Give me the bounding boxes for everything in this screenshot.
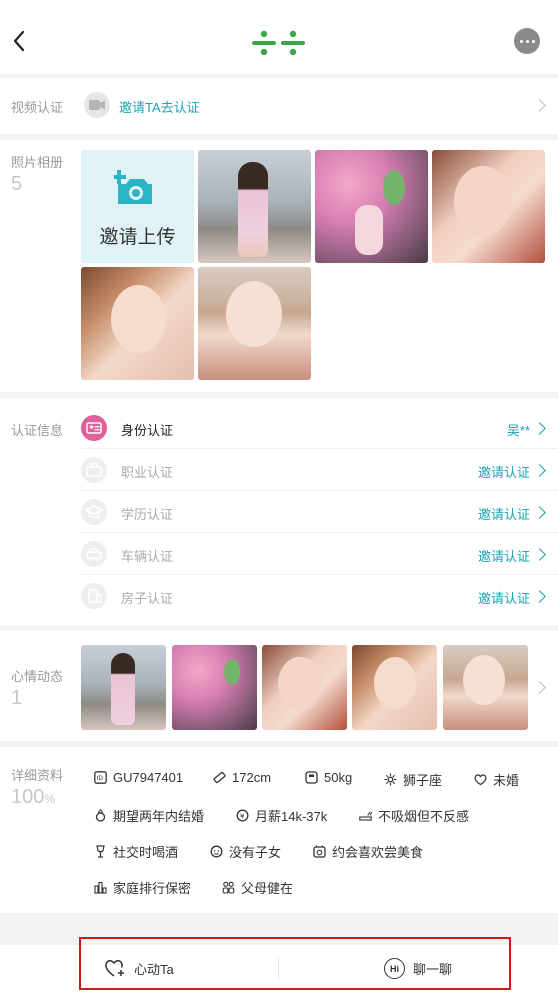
- tag-children: 没有子女: [210, 842, 281, 861]
- invite-cert-link[interactable]: 邀请认证: [478, 462, 530, 481]
- building-icon: [81, 583, 107, 609]
- zodiac-icon: [384, 773, 397, 786]
- invite-upload-tile[interactable]: 邀请上传: [81, 150, 194, 263]
- graduation-cap-icon: [81, 499, 107, 525]
- tag-drinking: 社交时喝酒: [94, 842, 178, 861]
- tag-dating-food: 约会喜欢尝美食: [313, 842, 423, 861]
- briefcase-icon: [81, 457, 107, 483]
- mood-photo[interactable]: [262, 645, 347, 730]
- video-verification-label: 视频认证: [11, 100, 64, 115]
- mood-photo[interactable]: [352, 645, 437, 730]
- tag-parents: 父母健在: [222, 878, 293, 897]
- cert-row-education[interactable]: 学历认证 邀请认证: [81, 491, 558, 533]
- tag-income: ¥ 月薪14k-37k: [236, 806, 327, 825]
- album-photo[interactable]: [81, 267, 194, 380]
- family-rank-icon: [94, 881, 107, 894]
- tag-height: 172cm: [213, 770, 271, 785]
- cert-label: 房子认证: [121, 591, 174, 606]
- cigarette-icon: [359, 811, 372, 821]
- video-verification-section: 视频认证 邀请TA去认证: [0, 78, 558, 134]
- mood-label: 心情动态: [11, 669, 64, 684]
- chevron-right-icon[interactable]: [533, 99, 546, 112]
- details-label: 详细资料: [11, 768, 64, 783]
- scale-icon: [305, 771, 318, 784]
- mood-photo[interactable]: [81, 645, 166, 730]
- invite-video-verify-link[interactable]: 邀请TA去认证: [119, 97, 200, 116]
- photo-album-label: 照片相册: [11, 155, 64, 170]
- album-photo[interactable]: [198, 267, 311, 380]
- cert-value: 吴**: [506, 423, 530, 438]
- chevron-right-icon: [533, 464, 546, 477]
- ruler-icon: [213, 771, 226, 784]
- cert-label: 身份认证: [121, 423, 174, 438]
- svg-text:¥: ¥: [240, 812, 245, 820]
- add-photo-icon: [114, 170, 152, 204]
- top-bar: [0, 0, 558, 74]
- heart-icon: [474, 774, 487, 786]
- invite-upload-label: 邀请上传: [99, 227, 176, 248]
- invite-cert-link[interactable]: 邀请认证: [478, 546, 530, 565]
- mood-photo[interactable]: [172, 645, 257, 730]
- cert-label: 职业认证: [121, 465, 174, 480]
- cert-row-career[interactable]: 职业认证 邀请认证: [81, 449, 558, 491]
- video-camera-icon: [84, 92, 110, 118]
- mood-photo[interactable]: [443, 645, 528, 730]
- certification-label: 认证信息: [11, 423, 64, 438]
- chevron-right-icon: [533, 422, 546, 435]
- tag-member-id: ID GU7947401: [94, 770, 183, 785]
- ring-icon: [95, 809, 106, 822]
- chevron-left-icon[interactable]: [10, 28, 30, 54]
- id-card-icon: [81, 415, 107, 441]
- photo-count: 5: [11, 173, 23, 195]
- tag-zodiac: 狮子座: [384, 770, 442, 789]
- cert-row-vehicle[interactable]: 车辆认证 邀请认证: [81, 533, 558, 575]
- svg-text:ID: ID: [97, 775, 104, 782]
- chevron-right-icon: [533, 681, 546, 694]
- action-highlight-box: [79, 937, 511, 990]
- album-photo[interactable]: [432, 150, 545, 263]
- cert-label: 学历认证: [121, 507, 174, 522]
- more-dots-icon[interactable]: [514, 28, 540, 54]
- food-icon: [313, 845, 326, 858]
- baby-icon: [210, 845, 223, 858]
- tag-marriage-plan: 期望两年内结婚: [94, 806, 204, 825]
- cert-row-house[interactable]: 房子认证 邀请认证: [81, 575, 558, 617]
- details-completion: 100%: [11, 786, 56, 808]
- tag-smoking: 不吸烟但不反感: [359, 806, 469, 825]
- wine-glass-icon: [96, 845, 105, 858]
- tag-family-rank: 家庭排行保密: [94, 878, 191, 897]
- cert-row-identity[interactable]: 身份认证 吴**: [81, 407, 558, 449]
- id-icon: ID: [94, 771, 107, 784]
- invite-cert-link[interactable]: 邀请认证: [478, 504, 530, 523]
- chevron-right-icon: [533, 590, 546, 603]
- album-photo[interactable]: [198, 150, 311, 263]
- mood-count: 1: [11, 687, 23, 709]
- chevron-right-icon: [533, 548, 546, 561]
- app-logo-icon: [252, 30, 305, 56]
- album-photo[interactable]: [315, 150, 428, 263]
- tag-weight: 50kg: [305, 770, 352, 785]
- parents-icon: [222, 881, 235, 894]
- chevron-right-icon: [533, 506, 546, 519]
- cert-label: 车辆认证: [121, 549, 174, 564]
- tag-marital-status: 未婚: [474, 770, 519, 789]
- invite-cert-link[interactable]: 邀请认证: [478, 588, 530, 607]
- money-icon: ¥: [236, 809, 249, 822]
- car-icon: [81, 541, 107, 567]
